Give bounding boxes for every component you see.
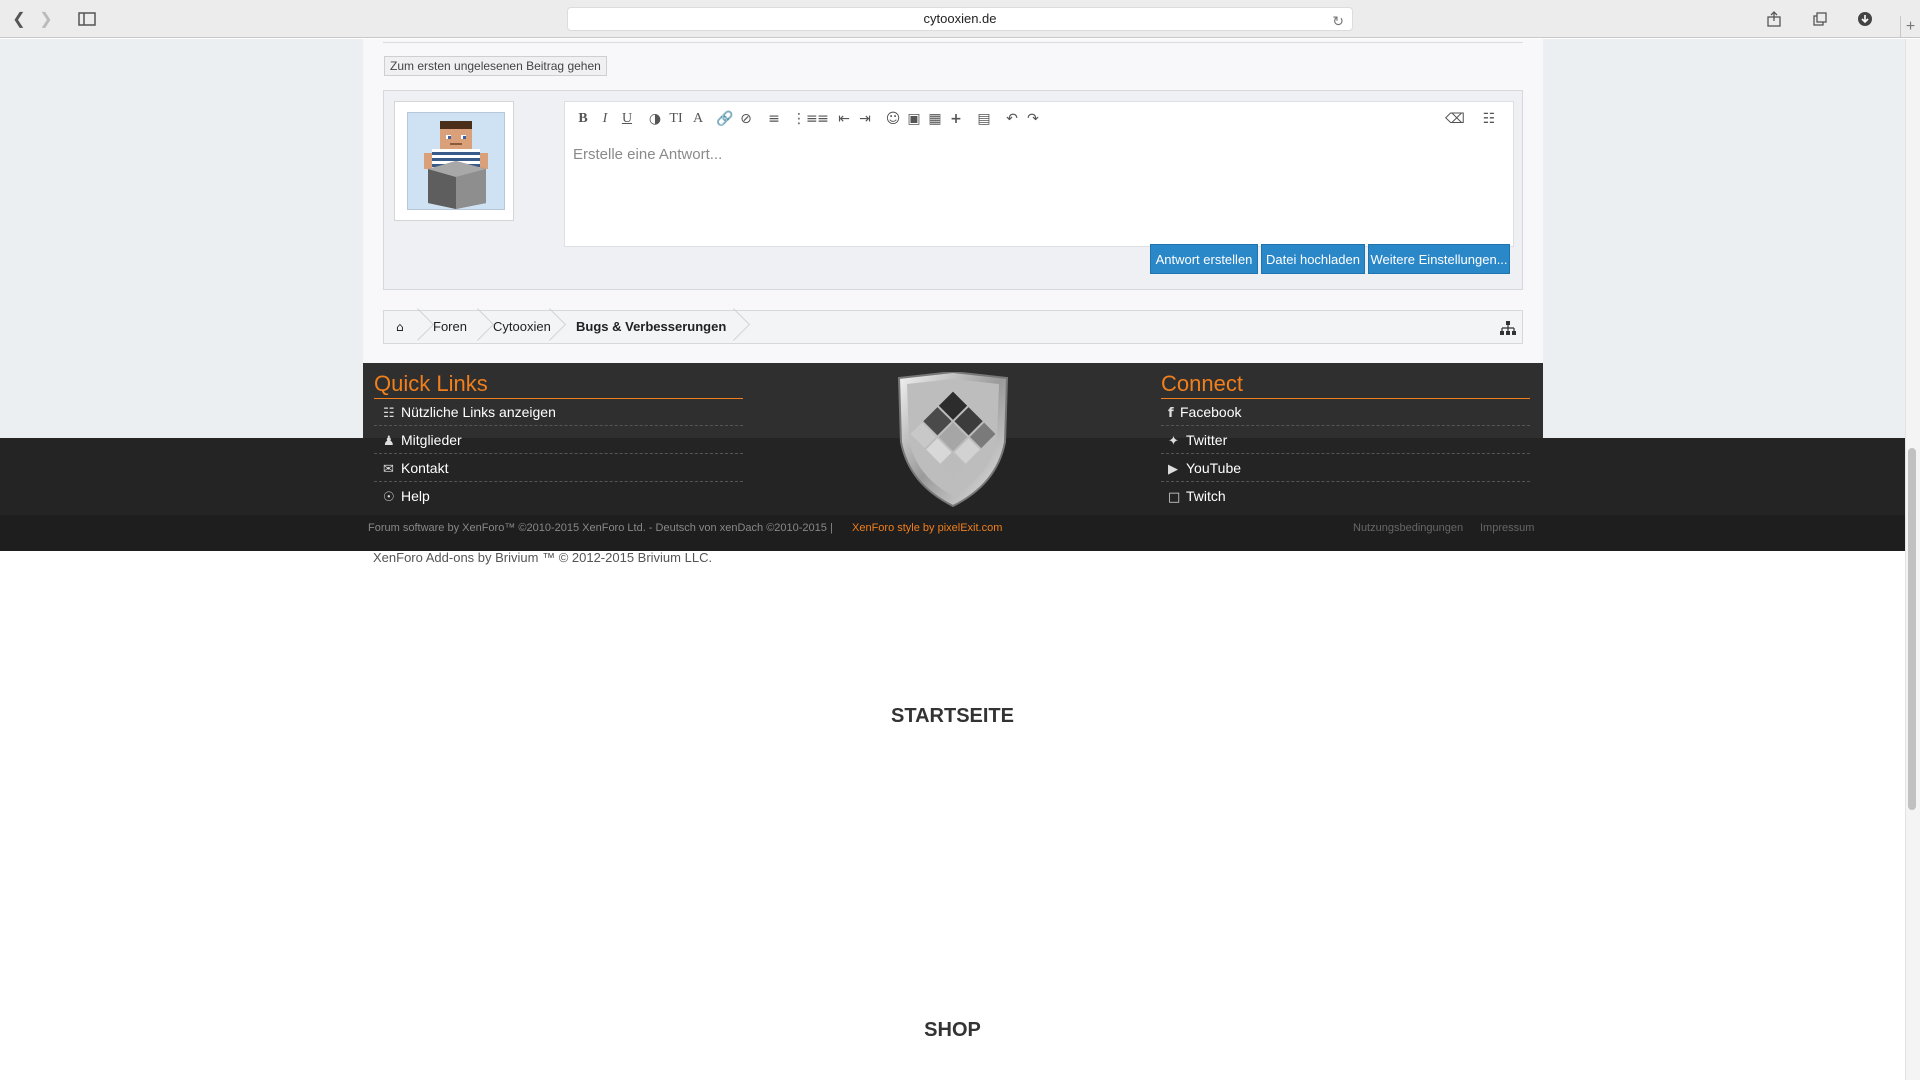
link-icon[interactable]: 🔗 — [715, 110, 735, 128]
reply-input[interactable] — [573, 146, 1473, 163]
crumb-separator — [472, 311, 482, 343]
insert-icon[interactable]: + — [946, 110, 966, 128]
reply-editor: B I U ◑ TI A 🔗 ⊘ ≡ ⋮≡ ≡ ⇤ ⇥ ☺ ▣ ▦ + ▤ ↶ … — [564, 101, 1514, 247]
back-button[interactable]: ❮ — [6, 8, 32, 30]
crumb-separator — [544, 311, 554, 343]
share-icon — [1767, 11, 1781, 27]
align-icon[interactable]: ≡ — [764, 110, 784, 128]
source-icon[interactable]: ☷ — [1479, 110, 1499, 128]
plus-icon: + — [1905, 18, 1916, 35]
scrollbar-thumb[interactable] — [1908, 448, 1916, 810]
divider — [374, 481, 743, 482]
smilie-icon[interactable]: ☺ — [883, 110, 903, 128]
divider — [383, 39, 1523, 43]
divider — [1161, 481, 1530, 482]
save-draft-icon[interactable]: ▤ — [974, 110, 994, 128]
copyright-text: Forum software by XenForo™ ©2010-2015 Xe… — [368, 522, 833, 534]
divider — [1161, 425, 1530, 426]
home-icon[interactable]: ⌂ — [396, 311, 404, 343]
addons-credit: XenForo Add-ons by Brivium ™ © 2012-2015… — [373, 550, 713, 565]
undo-icon[interactable]: ↶ — [1002, 110, 1022, 128]
submit-reply-button[interactable]: Antwort erstellen — [1150, 244, 1258, 274]
bullet-list-icon[interactable]: ⋮≡ — [792, 110, 818, 128]
upload-file-button[interactable]: Datei hochladen — [1261, 244, 1365, 274]
quick-link-useful-links[interactable]: ☷ Nützliche Links anzeigen — [383, 404, 556, 421]
users-icon: ♟ — [383, 434, 395, 449]
sitemap-icon[interactable] — [1500, 311, 1516, 343]
underline-icon[interactable]: U — [617, 110, 637, 128]
tabs-button[interactable] — [1807, 8, 1833, 30]
twitter-icon: ✦ — [1168, 434, 1179, 449]
forward-button[interactable]: ❯ — [33, 8, 59, 30]
crumb-separator — [728, 311, 738, 343]
avatar[interactable] — [407, 112, 505, 210]
quick-link-help[interactable]: ☉ Help — [383, 488, 430, 505]
breadcrumb-item-current[interactable]: Bugs & Verbesserungen — [576, 311, 726, 343]
startseite-heading[interactable]: STARTSEITE — [0, 705, 1905, 728]
envelope-icon: ✉ — [383, 462, 394, 477]
breadcrumb-item-foren[interactable]: Foren — [433, 311, 467, 343]
unlink-icon[interactable]: ⊘ — [736, 110, 756, 128]
tabs-icon — [1813, 12, 1827, 26]
divider — [1161, 453, 1530, 454]
divider — [374, 453, 743, 454]
url-text: cytooxien.de — [923, 11, 997, 26]
connect-twitter[interactable]: ✦ Twitter — [1168, 432, 1227, 449]
sidebar-button[interactable] — [72, 8, 102, 30]
divider — [374, 425, 743, 426]
quick-links-rule — [374, 398, 743, 399]
crumb-separator — [412, 311, 422, 343]
connect-rule — [1161, 398, 1530, 399]
download-icon — [1858, 12, 1872, 26]
outdent-icon[interactable]: ⇤ — [834, 110, 854, 128]
imprint-link[interactable]: Impressum — [1480, 522, 1534, 534]
style-credit-link[interactable]: XenForo style by pixelExit.com — [852, 522, 1002, 534]
shop-heading[interactable]: SHOP — [0, 1019, 1905, 1042]
share-button[interactable] — [1761, 8, 1787, 30]
terms-link[interactable]: Nutzungsbedingungen — [1353, 522, 1463, 534]
facebook-icon: f — [1168, 406, 1174, 421]
chevron-right-icon: ❯ — [39, 11, 53, 28]
reply-text-area[interactable] — [565, 138, 1513, 246]
browser-toolbar: ❮ ❯ cytooxien.de ↻ + — [0, 0, 1920, 38]
more-options-button[interactable]: Weitere Einstellungen... — [1368, 244, 1510, 274]
downloads-button[interactable] — [1852, 8, 1878, 30]
connect-twitch[interactable]: □ Twitch — [1168, 488, 1226, 505]
reload-icon[interactable]: ↻ — [1332, 10, 1344, 32]
sitemap-icon: ☷ — [383, 406, 395, 421]
image-icon[interactable]: ▣ — [904, 110, 924, 128]
connect-title: Connect — [1161, 371, 1243, 396]
lifebuoy-icon: ☉ — [383, 490, 395, 505]
editor-toolbar: B I U ◑ TI A 🔗 ⊘ ≡ ⋮≡ ≡ ⇤ ⇥ ☺ ▣ ▦ + ▤ ↶ … — [565, 102, 1515, 136]
quick-link-members[interactable]: ♟ Mitglieder — [383, 432, 462, 449]
avatar-frame — [394, 101, 514, 221]
italic-icon[interactable]: I — [595, 110, 615, 128]
quick-reply: B I U ◑ TI A 🔗 ⊘ ≡ ⋮≡ ≡ ⇤ ⇥ ☺ ▣ ▦ + ▤ ↶ … — [383, 90, 1523, 290]
bold-icon[interactable]: B — [573, 110, 593, 128]
redo-icon[interactable]: ↷ — [1023, 110, 1043, 128]
minecraft-avatar-image — [408, 113, 504, 209]
chevron-left-icon: ❮ — [12, 11, 26, 28]
twitch-icon: □ — [1168, 490, 1181, 505]
connect-facebook[interactable]: f Facebook — [1168, 404, 1241, 421]
media-icon[interactable]: ▦ — [925, 110, 945, 128]
new-tab-button[interactable]: + — [1900, 16, 1920, 38]
quick-link-contact[interactable]: ✉ Kontakt — [383, 460, 448, 477]
shield-logo[interactable] — [893, 372, 1013, 507]
quick-links-title: Quick Links — [374, 371, 488, 396]
youtube-icon: ▶ — [1168, 462, 1178, 477]
sidebar-icon — [78, 12, 96, 26]
color-icon[interactable]: ◑ — [645, 110, 665, 128]
first-unread-button[interactable]: Zum ersten ungelesenen Beitrag gehen — [384, 56, 607, 76]
eraser-icon[interactable]: ⌫ — [1445, 110, 1465, 128]
numbered-list-icon[interactable]: ≡ — [813, 110, 833, 128]
connect-youtube[interactable]: ▶ YouTube — [1168, 460, 1241, 477]
indent-icon[interactable]: ⇥ — [855, 110, 875, 128]
font-family-icon[interactable]: A — [688, 110, 708, 128]
breadcrumb: ⌂ Foren Cytooxien Bugs & Verbesserungen — [383, 310, 1523, 344]
font-size-icon[interactable]: TI — [666, 110, 686, 128]
address-bar[interactable]: cytooxien.de ↻ — [567, 7, 1353, 31]
